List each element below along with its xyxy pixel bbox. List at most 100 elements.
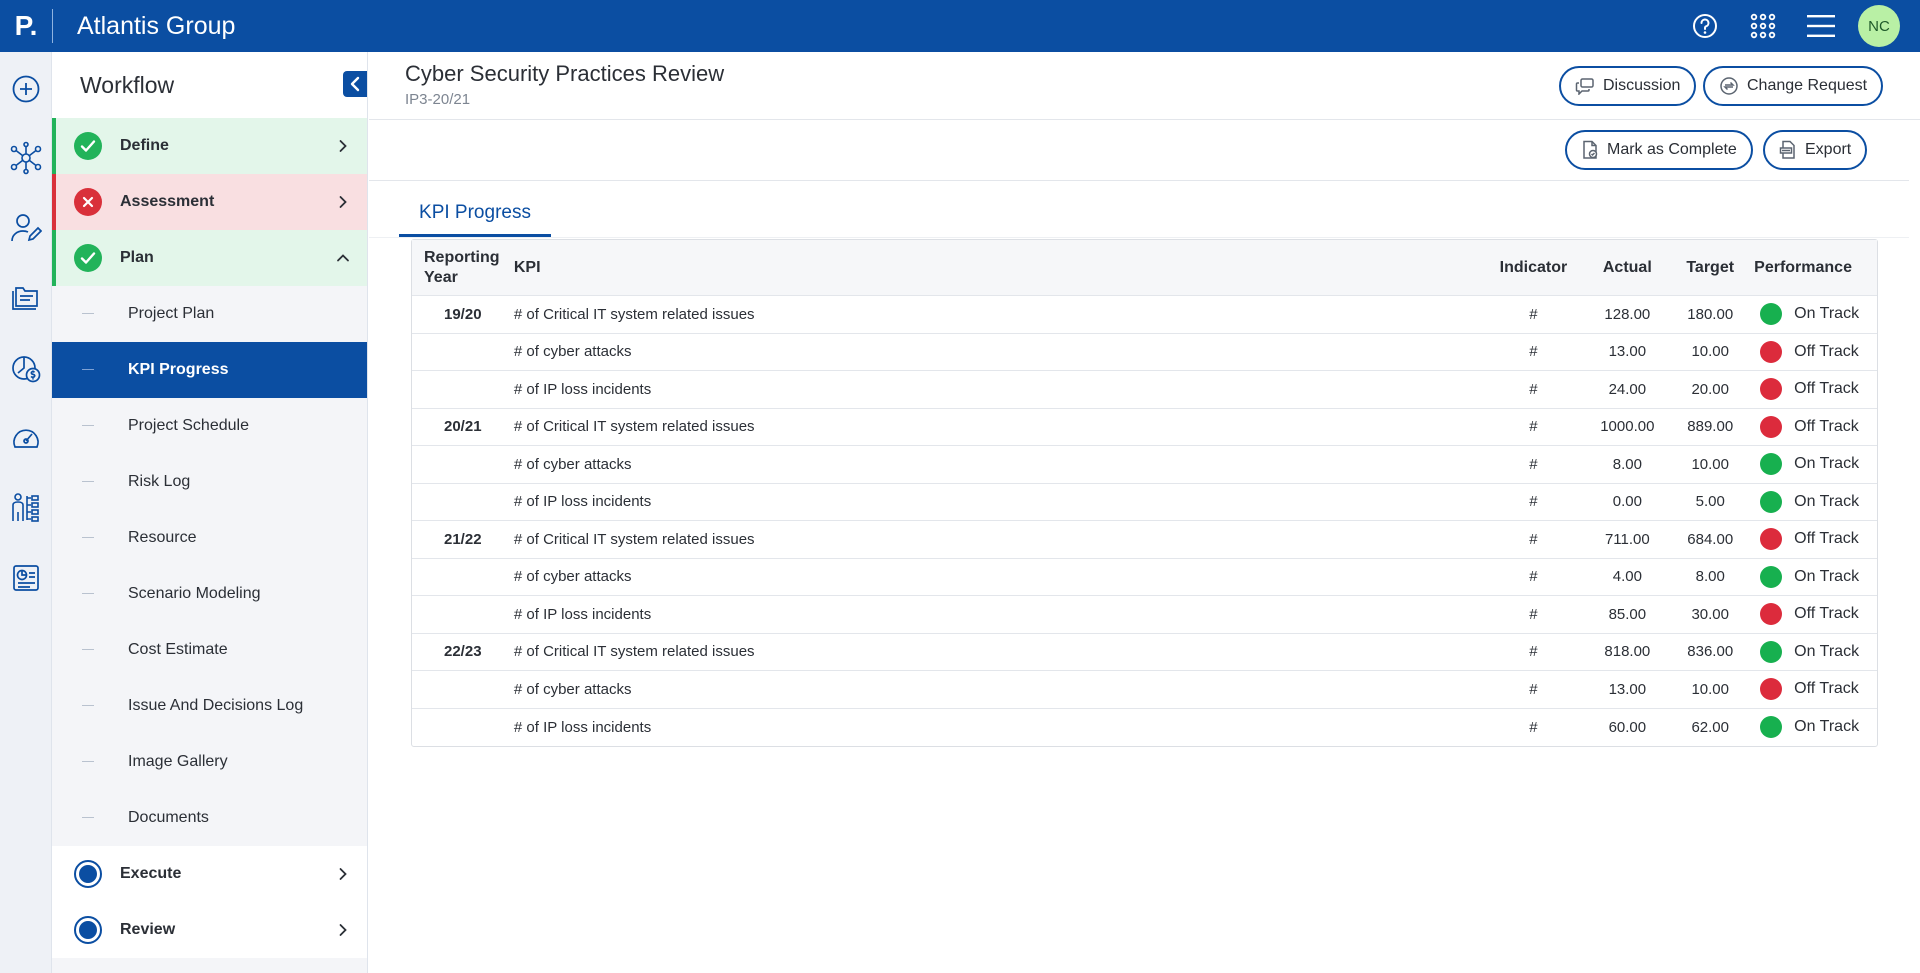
on-track-status-icon xyxy=(1760,490,1783,513)
table-row: 21/22 # of Critical IT system related iss… xyxy=(412,521,1877,559)
help-icon[interactable] xyxy=(1676,0,1734,52)
cell-target: 180.00 xyxy=(1687,305,1734,323)
cell-actual: 24.00 xyxy=(1608,380,1647,398)
cell-kpi: # of cyber attacks xyxy=(513,568,632,586)
cell-actual: 818.00 xyxy=(1604,643,1651,661)
cell-performance: Off Track xyxy=(1750,378,1877,401)
cell-performance: On Track xyxy=(1750,453,1877,476)
on-track-status-icon xyxy=(1760,453,1783,476)
on-track-status-icon xyxy=(1760,303,1783,326)
table-row: 19/20 # of Critical IT system related iss… xyxy=(412,296,1877,334)
cell-performance: On Track xyxy=(1750,640,1877,663)
top-bar: P. Atlantis Group NC xyxy=(0,0,1920,52)
discussion-label: Discussion xyxy=(1603,77,1681,94)
sidebar-item-documents[interactable]: Documents xyxy=(52,790,367,846)
cell-actual: 13.00 xyxy=(1608,343,1647,361)
stage-assessment[interactable]: Assessment xyxy=(52,174,367,230)
cell-performance: On Track xyxy=(1750,303,1877,326)
export-button[interactable]: Export xyxy=(1763,130,1868,170)
col-performance[interactable]: Performance xyxy=(1750,259,1877,277)
tab-kpi-progress[interactable]: KPI Progress xyxy=(399,192,551,237)
cell-performance: Off Track xyxy=(1750,603,1877,626)
stage-define[interactable]: Define xyxy=(52,118,367,174)
sidebar-item-label: Project Schedule xyxy=(128,417,249,434)
sidebar-item-project-schedule[interactable]: Project Schedule xyxy=(52,398,367,454)
sidebar-item-resource[interactable]: Resource xyxy=(52,510,367,566)
cell-kpi: # of cyber attacks xyxy=(513,455,632,473)
chevron-left-icon xyxy=(350,76,360,92)
dashboard-icon[interactable] xyxy=(9,421,43,455)
on-track-status-icon xyxy=(1760,565,1783,588)
sidebar-item-scenario-modeling[interactable]: Scenario Modeling xyxy=(52,566,367,622)
cell-kpi: # of IP loss incidents xyxy=(513,605,652,623)
table-row: # of IP loss incidents #85.00 30.00 Off Tra… xyxy=(412,596,1877,634)
table-row: # of IP loss incidents #24.00 20.00 Off Tra… xyxy=(412,371,1877,409)
sidebar-item-image-gallery[interactable]: Image Gallery xyxy=(52,734,367,790)
stage-execute[interactable]: Execute xyxy=(52,846,367,902)
export-label: Export xyxy=(1805,141,1852,158)
collapse-panel-button[interactable] xyxy=(343,71,367,97)
col-reporting-year[interactable]: Reporting Year xyxy=(412,248,514,288)
user-edit-icon[interactable] xyxy=(9,211,43,245)
cell-target: 5.00 xyxy=(1695,493,1725,511)
chevron-up-icon xyxy=(333,248,353,268)
sidebar-item-project-plan[interactable]: Project Plan xyxy=(52,286,367,342)
change-request-button[interactable]: Change Request xyxy=(1703,66,1884,106)
network-icon[interactable] xyxy=(9,141,43,175)
stage-label: Define xyxy=(120,137,169,154)
page-title: Cyber Security Practices Review xyxy=(405,61,725,86)
sidebar-item-label: KPI Progress xyxy=(128,361,229,378)
cell-indicator: # xyxy=(1529,455,1538,473)
off-track-status-icon xyxy=(1760,678,1783,701)
logo-divider xyxy=(52,9,53,43)
cell-indicator: # xyxy=(1529,380,1538,398)
cell-target: 10.00 xyxy=(1691,455,1729,473)
add-icon[interactable] xyxy=(9,72,43,106)
performance-label: On Track xyxy=(1794,305,1860,323)
performance-label: On Track xyxy=(1794,455,1860,473)
table-row: # of IP loss incidents #60.00 62.00 On Trac… xyxy=(412,709,1877,747)
cell-indicator: # xyxy=(1529,493,1538,511)
cell-reporting-year: 19/20 xyxy=(444,305,482,323)
budget-icon[interactable] xyxy=(9,351,43,385)
export-file-icon xyxy=(1779,140,1797,160)
sidebar-item-kpi-progress[interactable]: KPI Progress xyxy=(52,342,367,398)
stage-plan[interactable]: Plan xyxy=(52,230,367,286)
menu-icon[interactable] xyxy=(1792,0,1850,52)
apps-grid-icon[interactable] xyxy=(1734,0,1792,52)
cell-kpi: # of IP loss incidents xyxy=(513,718,652,736)
col-target[interactable]: Target xyxy=(1670,259,1750,277)
cell-performance: Off Track xyxy=(1750,678,1877,701)
off-track-status-icon xyxy=(1760,528,1783,551)
performance-label: On Track xyxy=(1794,718,1860,736)
table-row: # of cyber attacks #13.00 10.00 Off Track xyxy=(412,334,1877,371)
table-row: # of cyber attacks #13.00 10.00 Off Track xyxy=(412,671,1877,709)
sidebar-item-risk-log[interactable]: Risk Log xyxy=(52,454,367,510)
app-logo[interactable]: P. xyxy=(0,0,52,52)
app-name: Atlantis Group xyxy=(77,11,236,40)
report-icon[interactable] xyxy=(9,561,43,595)
error-circle-icon xyxy=(74,188,102,216)
performance-label: Off Track xyxy=(1794,380,1859,398)
stage-review[interactable]: Review xyxy=(52,902,367,958)
cell-target: 10.00 xyxy=(1691,680,1729,698)
org-chart-icon[interactable] xyxy=(9,491,43,525)
col-indicator[interactable]: Indicator xyxy=(1483,259,1585,277)
discussion-button[interactable]: Discussion xyxy=(1559,66,1697,106)
avatar[interactable]: NC xyxy=(1858,5,1900,47)
mark-as-complete-button[interactable]: Mark as Complete xyxy=(1565,130,1753,170)
sidebar-item-cost-estimate[interactable]: Cost Estimate xyxy=(52,622,367,678)
cell-kpi: # of cyber attacks xyxy=(513,680,632,698)
col-actual[interactable]: Actual xyxy=(1584,259,1670,277)
off-track-status-icon xyxy=(1760,415,1783,438)
off-track-status-icon xyxy=(1760,340,1783,363)
cell-actual: 1000.00 xyxy=(1600,418,1655,436)
sidebar-item-issue-and-decisions-log[interactable]: Issue And Decisions Log xyxy=(52,678,367,734)
stage-label: Assessment xyxy=(120,193,215,210)
sync-icon xyxy=(1719,76,1739,96)
col-kpi[interactable]: KPI xyxy=(514,259,1483,277)
on-track-status-icon xyxy=(1760,716,1783,739)
cell-reporting-year: 22/23 xyxy=(444,643,482,661)
cell-performance: Off Track xyxy=(1750,528,1877,551)
folders-icon[interactable] xyxy=(9,281,43,315)
